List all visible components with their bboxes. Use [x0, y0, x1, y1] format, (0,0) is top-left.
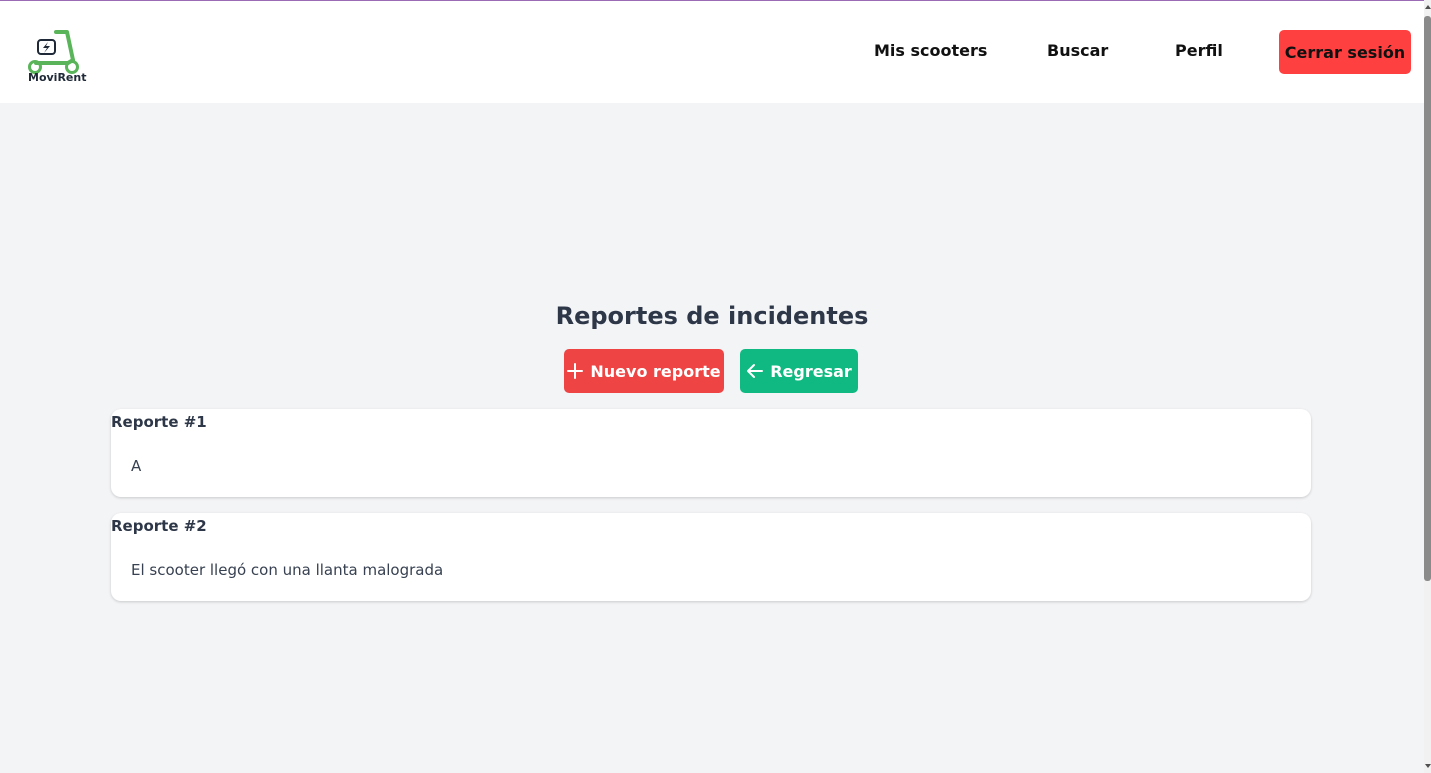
logo[interactable]: MoviRent: [26, 30, 87, 86]
back-button[interactable]: Regresar: [740, 349, 858, 393]
vertical-scrollbar[interactable]: [1424, 0, 1431, 773]
back-label: Regresar: [770, 361, 852, 381]
scroll-thumb[interactable]: [1424, 16, 1431, 581]
nav-mis-scooters[interactable]: Mis scooters: [874, 41, 987, 60]
navbar: MoviRent Mis scooters Buscar Perfil Cerr…: [0, 1, 1424, 103]
report-card: Reporte #1 A: [111, 409, 1311, 497]
report-card: Reporte #2 El scooter llegó con una llan…: [111, 513, 1311, 601]
arrow-left-icon: [747, 364, 764, 378]
electric-scooter-icon: [28, 30, 79, 74]
report-title: Reporte #1: [111, 413, 207, 431]
logo-text: MoviRent: [28, 71, 87, 84]
report-title: Reporte #2: [111, 517, 207, 535]
nav-perfil[interactable]: Perfil: [1175, 41, 1223, 60]
page-title: Reportes de incidentes: [555, 302, 869, 330]
logout-button[interactable]: Cerrar sesión: [1279, 30, 1411, 74]
new-report-button[interactable]: Nuevo reporte: [564, 349, 724, 393]
report-description: A: [131, 457, 142, 475]
nav-buscar[interactable]: Buscar: [1047, 41, 1108, 60]
scroll-down-icon[interactable]: [1425, 764, 1431, 768]
logout-label: Cerrar sesión: [1284, 42, 1406, 62]
scroll-up-icon[interactable]: [1425, 5, 1431, 9]
report-description: El scooter llegó con una llanta malograd…: [131, 561, 444, 579]
new-report-label: Nuevo reporte: [590, 361, 721, 381]
plus-icon: [567, 363, 584, 379]
